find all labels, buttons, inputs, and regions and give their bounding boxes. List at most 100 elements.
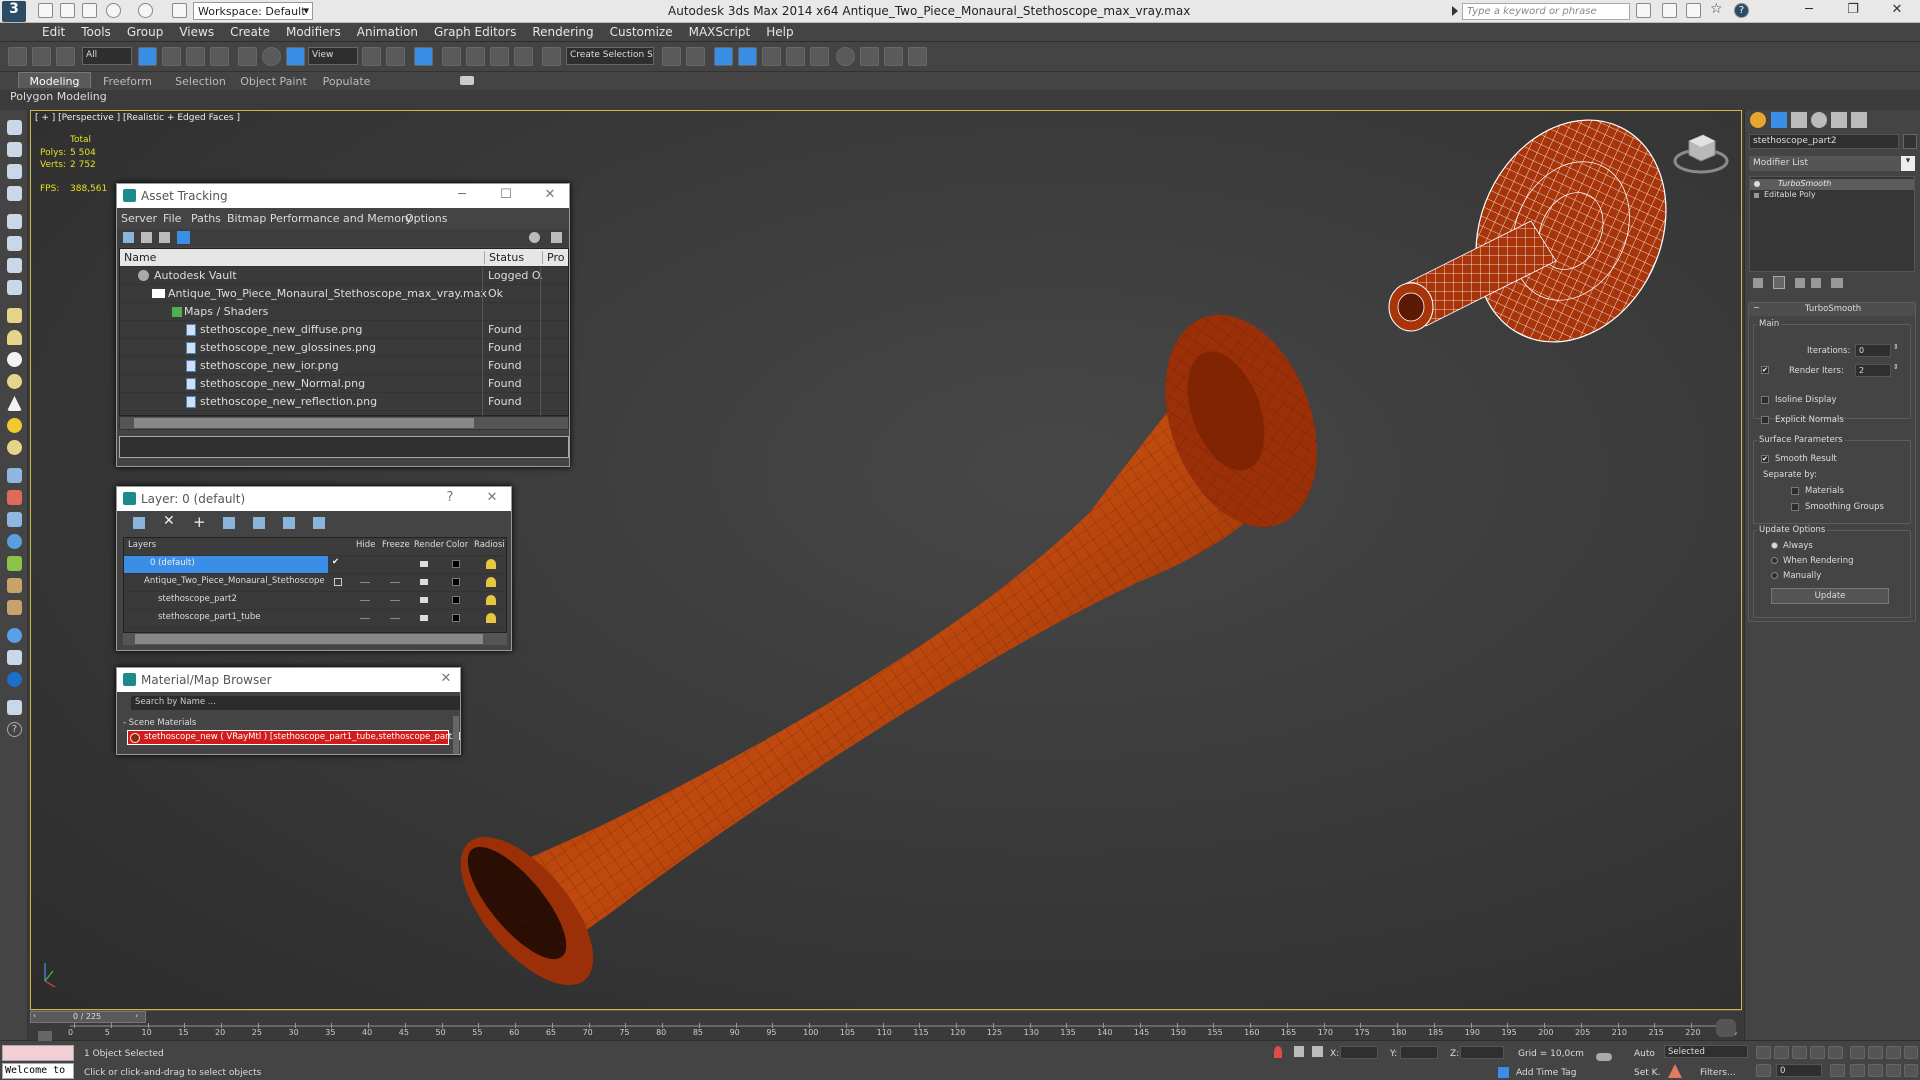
document-icon[interactable] (7, 700, 22, 715)
character-icon[interactable] (7, 600, 22, 615)
isolate-selection-icon[interactable] (1274, 1046, 1282, 1058)
layer-color-swatch[interactable] (452, 578, 460, 586)
paint-icon[interactable] (7, 490, 22, 505)
isoline-display-checkbox[interactable] (1761, 396, 1769, 404)
horizontal-scrollbar[interactable] (119, 416, 569, 430)
help-icon[interactable]: ? (1734, 3, 1749, 18)
close-icon[interactable]: ✕ (481, 490, 503, 508)
maxscript-mini-listener[interactable]: Welcome to (2, 1063, 74, 1079)
chevron-down-icon[interactable]: ▾ (1901, 156, 1915, 171)
edit-named-selection-icon[interactable] (542, 47, 561, 66)
asset-tracking-titlebar[interactable]: Asset Tracking ─ ☐ ✕ (117, 184, 569, 208)
key-filters-button[interactable]: Filters... (1700, 1068, 1736, 1078)
menu-create[interactable]: Create (222, 23, 278, 39)
select-and-manipulate-icon[interactable] (386, 47, 405, 66)
smooth-result-checkbox[interactable]: ✔ (1761, 455, 1769, 463)
align-icon[interactable] (686, 47, 705, 66)
column-color[interactable]: Color (446, 540, 468, 550)
table-row[interactable]: Maps / Shaders (120, 303, 568, 321)
table-row[interactable]: stethoscope_new_Normal.png Found (120, 375, 568, 393)
asset-path-field[interactable] (119, 436, 569, 458)
select-in-layer-icon[interactable] (223, 517, 235, 529)
create-tab-icon[interactable] (1750, 112, 1766, 128)
settings-icon[interactable] (551, 232, 562, 243)
maximize-viewport-icon[interactable] (1904, 1064, 1918, 1077)
scene-icon[interactable] (7, 186, 22, 201)
explicit-normals-checkbox[interactable] (1761, 416, 1769, 424)
radiosity-icon[interactable] (486, 595, 496, 605)
turbosmooth-rollout-title[interactable]: − TurboSmooth (1749, 303, 1915, 316)
layers-icon[interactable] (7, 164, 22, 179)
menu-views[interactable]: Views (171, 23, 222, 39)
previous-frame-icon[interactable] (1774, 1046, 1789, 1059)
rendered-frame-window-icon[interactable] (884, 47, 903, 66)
keyboard-shortcut-override-icon[interactable] (414, 47, 433, 66)
freeze-dash[interactable] (390, 600, 400, 601)
list-icon[interactable] (141, 232, 152, 243)
question-icon[interactable]: ? (7, 722, 22, 737)
menu-animation[interactable]: Animation (349, 23, 426, 39)
rectangular-region-icon[interactable] (186, 47, 205, 66)
layer-explorer-icon[interactable] (738, 47, 757, 66)
modifier-stack-item[interactable]: TurboSmooth (1750, 179, 1914, 190)
favorites-star-icon[interactable]: ☆ (1710, 2, 1725, 18)
menu-file[interactable]: File (163, 212, 181, 225)
communication-icon[interactable] (1686, 3, 1701, 18)
plane-icon[interactable] (7, 308, 22, 323)
layer-dialog-titlebar[interactable]: Layer: 0 (default) ? ✕ (117, 487, 511, 511)
spinner-snap-icon[interactable] (514, 47, 533, 66)
column-status[interactable]: Status (484, 251, 524, 264)
cone-icon[interactable] (7, 396, 22, 411)
table-row[interactable]: stethoscope_new_ior.png Found (120, 357, 568, 375)
horse-icon[interactable] (7, 578, 22, 593)
set-key-mode-icon[interactable] (1668, 1064, 1682, 1078)
pin-stack-icon[interactable] (1753, 278, 1763, 288)
modifier-stack-item[interactable]: Editable Poly (1750, 190, 1914, 201)
column-freeze[interactable]: Freeze (382, 540, 410, 550)
menu-rendering[interactable]: Rendering (524, 23, 601, 39)
menu-bitmap-performance[interactable]: Bitmap Performance and Memory (227, 212, 412, 225)
menu-paths[interactable]: Paths (191, 212, 221, 225)
tab-modeling[interactable]: Modeling (18, 72, 91, 88)
timeline[interactable]: ‹ 0 / 225 › 0 5 10 15 20 25 30 35 40 45 50 55 60 65 70… (30, 1010, 1742, 1040)
named-selection-dropdown[interactable]: Create Selection S (566, 47, 654, 65)
curve-editor-icon[interactable] (786, 47, 805, 66)
update-button[interactable]: Update (1771, 588, 1889, 604)
object-props-icon[interactable] (7, 650, 22, 665)
minimize-icon[interactable]: ─ (1796, 2, 1822, 20)
radiosity-icon[interactable] (486, 613, 496, 623)
render-production-icon[interactable] (908, 47, 927, 66)
configure-sets-icon[interactable] (1831, 278, 1843, 288)
hide-dash[interactable] (360, 600, 370, 601)
next-frame-icon[interactable] (1810, 1046, 1825, 1059)
tab-object-paint[interactable]: Object Paint (237, 73, 310, 88)
spline-icon[interactable] (7, 468, 22, 483)
layer-dialog[interactable]: Layer: 0 (default) ? ✕ ✕ + Layers Hide F… (116, 486, 512, 651)
show-end-result-icon[interactable] (1773, 276, 1785, 289)
radiosity-icon[interactable] (486, 577, 496, 587)
project-folder-icon[interactable] (172, 3, 187, 18)
material-browser-titlebar[interactable]: Material/Map Browser ✕ (117, 668, 460, 692)
auto-key-button[interactable]: Auto (1634, 1049, 1655, 1059)
maximize-icon[interactable]: ❐ (1840, 2, 1866, 20)
z-coordinate-field[interactable] (1460, 1046, 1504, 1059)
column-hide[interactable]: Hide (356, 540, 375, 550)
key-mode-toggle-icon[interactable] (1756, 1064, 1771, 1077)
column-render[interactable]: Render (414, 540, 444, 550)
close-icon[interactable]: ✕ (435, 671, 457, 689)
absolute-mode-icon[interactable] (1312, 1046, 1323, 1057)
layer-color-swatch[interactable] (452, 614, 460, 622)
select-by-name-icon[interactable] (162, 47, 181, 66)
table-row[interactable]: Autodesk Vault Logged O... (120, 267, 568, 285)
column-name[interactable]: Name (124, 251, 156, 264)
reference-coordinate-dropdown[interactable]: View (308, 47, 358, 65)
layer-row[interactable]: Antique_Two_Piece_Monaural_Stethoscope (124, 574, 506, 592)
always-radio[interactable] (1771, 542, 1778, 549)
active-check-icon[interactable]: ✔ (332, 557, 339, 567)
hide-dash[interactable] (360, 582, 370, 583)
refresh-icon[interactable] (123, 232, 134, 243)
torus-icon[interactable] (7, 374, 22, 389)
timeline-options-icon[interactable] (38, 1031, 52, 1041)
workspace-dropdown[interactable]: Workspace: Default ▾ (193, 2, 313, 20)
layer-color-swatch[interactable] (452, 560, 460, 568)
